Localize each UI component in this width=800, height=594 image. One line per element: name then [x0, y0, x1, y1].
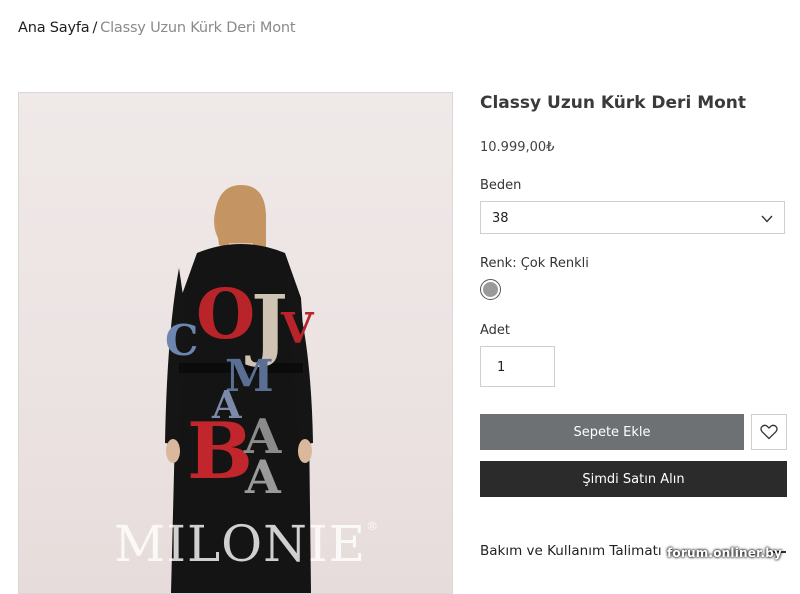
breadcrumb-home-link[interactable]: Ana Sayfa: [18, 20, 90, 36]
svg-text:A: A: [244, 450, 282, 504]
forum-watermark: forum.onliner.by: [667, 546, 783, 560]
breadcrumb: Ana Sayfa / Classy Uzun Kürk Deri Mont: [18, 20, 296, 36]
product-price: 10.999,00₺: [480, 140, 555, 155]
svg-text:V: V: [280, 304, 315, 353]
quantity-label: Adet: [480, 323, 511, 338]
buy-now-button[interactable]: Şimdi Satın Alın: [480, 461, 787, 497]
size-select[interactable]: 38: [480, 201, 785, 234]
size-label: Beden: [480, 178, 522, 193]
favorite-button[interactable]: [751, 414, 787, 450]
svg-text:C: C: [165, 316, 198, 365]
color-swatch-fill: [483, 282, 498, 297]
care-instructions-toggle[interactable]: Bakım ve Kullanım Talimatı: [480, 543, 662, 559]
size-selected-value: 38: [492, 211, 509, 226]
product-image[interactable]: O J C V M A B A A MILONIE®: [18, 92, 453, 594]
add-to-cart-button[interactable]: Sepete Ekle: [480, 414, 744, 450]
svg-text:O: O: [196, 275, 255, 355]
breadcrumb-separator: /: [92, 20, 98, 36]
color-label: Renk: Çok Renkli: [480, 256, 589, 271]
image-brand-watermark: MILONIE®: [114, 515, 380, 573]
product-title: Classy Uzun Kürk Deri Mont: [480, 93, 747, 113]
breadcrumb-current: Classy Uzun Kürk Deri Mont: [100, 20, 296, 36]
color-swatch[interactable]: [480, 279, 501, 300]
heart-icon: [752, 424, 786, 440]
quantity-field[interactable]: [480, 346, 555, 387]
quantity-input[interactable]: [495, 359, 549, 376]
chevron-down-icon: [760, 211, 774, 230]
